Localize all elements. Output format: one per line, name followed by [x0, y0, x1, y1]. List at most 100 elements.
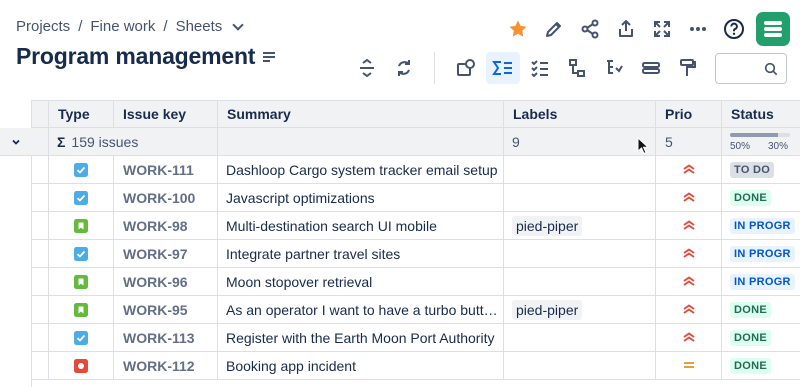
breadcrumb-projects[interactable]: Projects	[16, 18, 70, 35]
issue-key-link[interactable]: WORK-100	[123, 190, 195, 206]
group-toggle[interactable]	[0, 128, 49, 156]
issue-key-link[interactable]: WORK-95	[123, 302, 188, 318]
table-row[interactable]: WORK-111 Dashloop Cargo system tracker em…	[0, 156, 800, 184]
column-header-prio[interactable]: Prio	[656, 100, 722, 128]
status-cell[interactable]: DONE	[722, 324, 800, 352]
issue-key-cell[interactable]: WORK-113	[114, 324, 218, 352]
chevron-down-icon[interactable]	[232, 18, 244, 31]
status-lozenge[interactable]: DONE	[730, 189, 771, 206]
issue-key-link[interactable]: WORK-113	[123, 330, 195, 346]
table-row[interactable]: WORK-100 Javascript optimizations DONE	[0, 184, 800, 212]
breadcrumb-fine-work[interactable]: Fine work	[90, 18, 155, 35]
priority-cell[interactable]	[656, 268, 722, 296]
more-button[interactable]	[680, 13, 716, 45]
summary-cell[interactable]: Moon stopover retrieval	[218, 268, 504, 296]
star-button[interactable]	[500, 13, 536, 45]
format-button[interactable]	[671, 52, 705, 84]
search-input[interactable]	[715, 53, 787, 84]
status-lozenge[interactable]: IN PROGR	[730, 273, 795, 290]
issue-key-cell[interactable]: WORK-100	[114, 184, 218, 212]
table-row[interactable]: WORK-97 Integrate partner travel sites IN …	[0, 240, 800, 268]
labels-cell[interactable]: pied-piper	[504, 212, 656, 240]
checklist-button[interactable]	[523, 52, 557, 84]
refresh-button[interactable]	[387, 52, 421, 84]
sort-tree-button[interactable]	[597, 52, 631, 84]
summary-cell[interactable]: Javascript optimizations	[218, 184, 504, 212]
issue-key-link[interactable]: WORK-98	[123, 218, 188, 234]
status-cell[interactable]: DONE	[722, 184, 800, 212]
priority-cell[interactable]	[656, 240, 722, 268]
status-cell[interactable]: IN PROGR	[722, 268, 800, 296]
labels-cell[interactable]	[504, 324, 656, 352]
labels-cell[interactable]: pied-piper	[504, 296, 656, 324]
table-row[interactable]: WORK-113 Register with the Earth Moon Por…	[0, 324, 800, 352]
status-cell[interactable]: DONE	[722, 352, 800, 380]
labels-cell[interactable]	[504, 240, 656, 268]
status-cell[interactable]: TO DO	[722, 156, 800, 184]
summary-cell[interactable]: As an operator I want to have a turbo bu…	[218, 296, 504, 324]
table-row[interactable]: WORK-98 Multi-destination search UI mobil…	[0, 212, 800, 240]
status-lozenge[interactable]: IN PROGR	[730, 245, 795, 262]
issue-key-cell[interactable]: WORK-97	[114, 240, 218, 268]
table-row[interactable]: WORK-112 Booking app incident DONE	[0, 352, 800, 380]
export-button[interactable]	[608, 13, 644, 45]
share-button[interactable]	[572, 13, 608, 45]
toolbar-divider	[434, 52, 435, 84]
issue-key-cell[interactable]: WORK-112	[114, 352, 218, 380]
table-row[interactable]: WORK-96 Moon stopover retrieval IN PROGR	[0, 268, 800, 296]
issue-key-cell[interactable]: WORK-98	[114, 212, 218, 240]
summary-cell[interactable]: Register with the Earth Moon Port Author…	[218, 324, 504, 352]
edit-button[interactable]	[536, 13, 572, 45]
issue-key-link[interactable]: WORK-111	[123, 162, 194, 178]
status-cell[interactable]: IN PROGR	[722, 240, 800, 268]
issue-key-cell[interactable]: WORK-95	[114, 296, 218, 324]
status-lozenge[interactable]: DONE	[730, 329, 771, 346]
breadcrumb-sheets[interactable]: Sheets	[176, 18, 223, 35]
labels-cell[interactable]	[504, 156, 656, 184]
issue-key-cell[interactable]: WORK-96	[114, 268, 218, 296]
app-logo[interactable]	[756, 12, 790, 46]
issue-key-cell[interactable]: WORK-111	[114, 156, 218, 184]
priority-cell[interactable]	[656, 156, 722, 184]
priority-cell[interactable]	[656, 184, 722, 212]
column-header-labels[interactable]: Labels	[504, 100, 656, 128]
summary-cell[interactable]: Dashloop Cargo system tracker email setu…	[218, 156, 504, 184]
table-row[interactable]: WORK-95 As an operator I want to have a t…	[0, 296, 800, 324]
status-cell[interactable]: DONE	[722, 296, 800, 324]
status-lozenge[interactable]: IN PROGR	[730, 217, 795, 234]
status-cell[interactable]: IN PROGR	[722, 212, 800, 240]
status-lozenge[interactable]: DONE	[730, 357, 771, 374]
label-chip[interactable]: pied-piper	[512, 299, 583, 320]
labels-cell[interactable]	[504, 352, 656, 380]
priority-cell[interactable]	[656, 324, 722, 352]
priority-cell[interactable]	[656, 296, 722, 324]
labels-cell[interactable]	[504, 268, 656, 296]
issue-key-link[interactable]: WORK-112	[123, 358, 195, 374]
summary-cell[interactable]: Multi-destination search UI mobile	[218, 212, 504, 240]
summary-cell[interactable]: Integrate partner travel sites	[218, 240, 504, 268]
row-height-button[interactable]	[350, 52, 384, 84]
group-button[interactable]	[634, 52, 668, 84]
status-lozenge[interactable]: DONE	[730, 301, 771, 318]
column-header-type[interactable]: Type	[49, 100, 114, 128]
issue-key-link[interactable]: WORK-96	[123, 274, 188, 290]
menu-lines-icon[interactable]	[262, 50, 276, 64]
help-button[interactable]	[716, 13, 752, 45]
column-header-summary[interactable]: Summary	[218, 100, 504, 128]
add-view-button[interactable]	[449, 52, 483, 84]
column-header-issue-key[interactable]: Issue key	[114, 100, 218, 128]
hierarchy-button[interactable]	[560, 52, 594, 84]
column-header-status[interactable]: Status	[722, 100, 800, 128]
label-chip[interactable]: pied-piper	[512, 215, 583, 236]
labels-cell[interactable]	[504, 184, 656, 212]
priority-cell[interactable]	[656, 212, 722, 240]
priority-cell[interactable]	[656, 352, 722, 380]
row-gutter-cell	[32, 296, 49, 324]
fullscreen-button[interactable]	[644, 13, 680, 45]
issue-key-link[interactable]: WORK-97	[123, 246, 188, 262]
sum-button[interactable]	[486, 52, 520, 84]
expand-icon	[654, 21, 670, 37]
summary-text: Dashloop Cargo system tracker email setu…	[226, 161, 498, 178]
summary-cell[interactable]: Booking app incident	[218, 352, 504, 380]
status-lozenge[interactable]: TO DO	[730, 161, 775, 178]
